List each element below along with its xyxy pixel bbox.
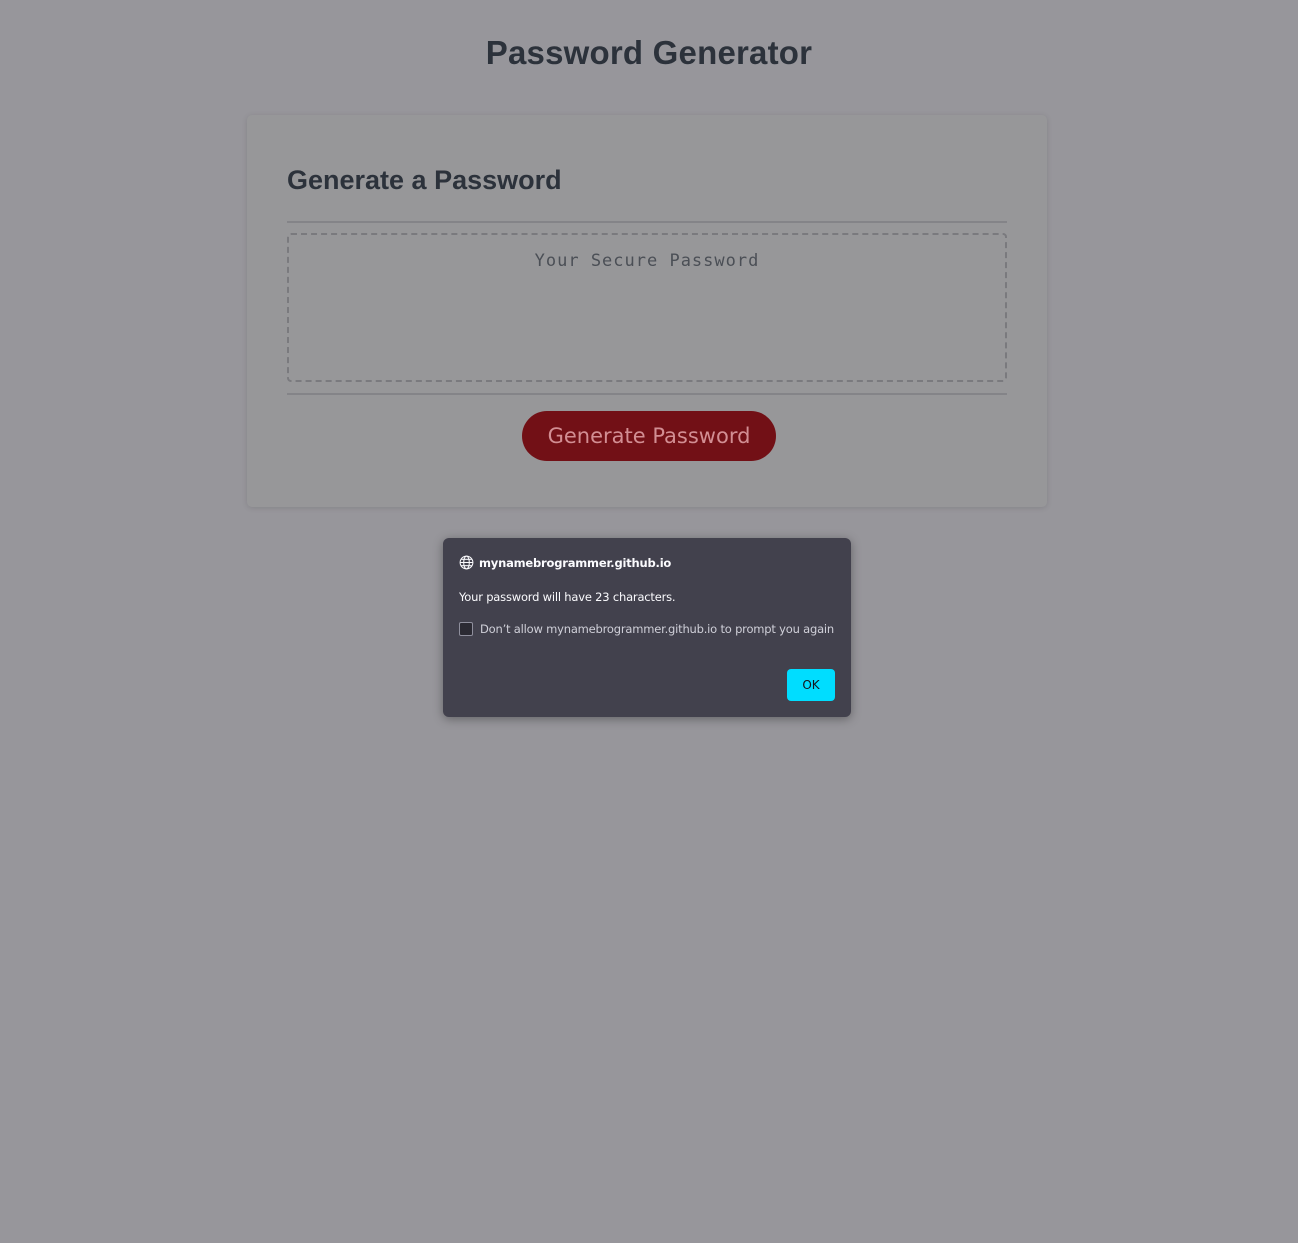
dont-allow-row[interactable]: Don’t allow mynamebrogrammer.github.io t… [459, 622, 834, 636]
password-output[interactable] [287, 233, 1007, 382]
card-divider-bottom [287, 393, 1007, 395]
dont-allow-label[interactable]: Don’t allow mynamebrogrammer.github.io t… [480, 622, 834, 636]
password-card: Generate a Password Generate Password [247, 115, 1047, 507]
globe-icon [459, 555, 474, 570]
card-heading: Generate a Password [287, 165, 562, 195]
dialog-origin-text: mynamebrogrammer.github.io [479, 555, 672, 570]
dont-allow-checkbox[interactable] [459, 622, 473, 636]
prompt-dialog: mynamebrogrammer.github.io Your password… [443, 538, 851, 717]
card-divider-top [287, 221, 1007, 223]
generate-password-button[interactable]: Generate Password [522, 411, 776, 461]
dialog-message: Your password will have 23 characters. [459, 590, 676, 604]
dialog-origin: mynamebrogrammer.github.io [459, 555, 671, 570]
page-title: Password Generator [485, 34, 813, 71]
ok-button[interactable]: OK [787, 669, 835, 701]
